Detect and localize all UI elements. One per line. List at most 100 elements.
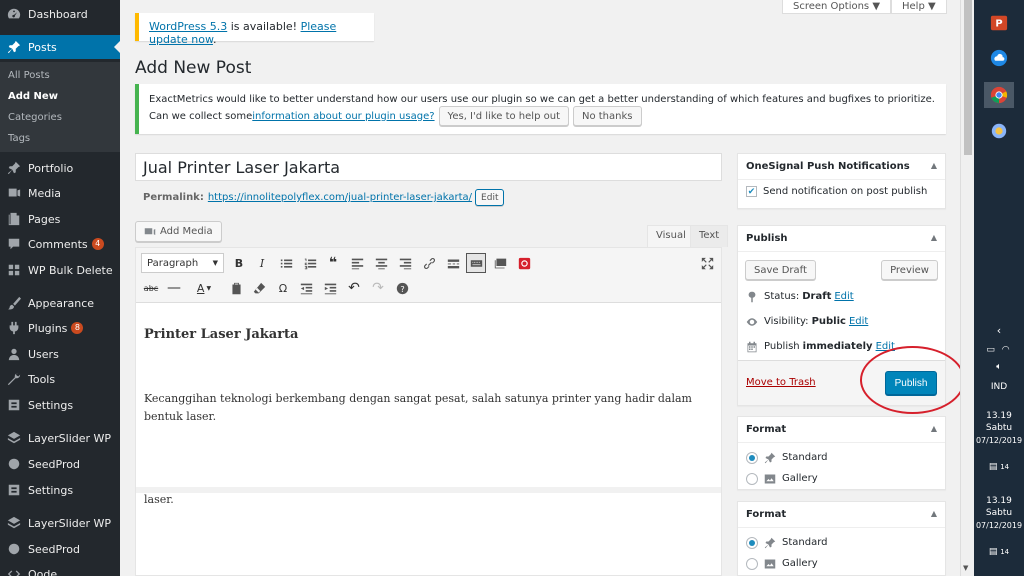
powerpoint-app-icon[interactable]: P [984, 10, 1014, 36]
sidebar-item-label: Comments [28, 237, 88, 251]
sidebar-item-dashboard[interactable]: Dashboard [0, 2, 120, 26]
outdent-button[interactable] [296, 278, 316, 298]
sidebar-item-layerslider-2[interactable]: LayerSlider WP [0, 511, 120, 535]
page-scrollbar[interactable]: ▼ [960, 0, 974, 576]
sidebar-item-media[interactable]: Media [0, 181, 120, 205]
clear-formatting-button[interactable] [249, 278, 269, 298]
notification-center-icon-2[interactable]: ▤ 14 [974, 547, 1024, 558]
paste-text-button[interactable] [226, 278, 246, 298]
plugin-usage-link[interactable]: information about our plugin usage? [252, 109, 434, 124]
scroll-down-arrow-icon[interactable]: ▼ [963, 564, 968, 572]
redo-button[interactable]: ↷ [368, 278, 388, 298]
sidebar-item-comments[interactable]: Comments 4 [0, 232, 120, 256]
format-box-header[interactable]: Format ▲ [738, 417, 945, 443]
sidebar-item-seedprod[interactable]: SeedProd [0, 452, 120, 476]
submenu-all-posts[interactable]: All Posts [8, 70, 50, 81]
sidebar-item-posts[interactable]: Posts [0, 35, 120, 59]
align-center-button[interactable] [371, 253, 391, 273]
volume-icon[interactable]: 🔈︎ [974, 362, 1024, 373]
sidebar-item-settings-2[interactable]: Settings [0, 478, 120, 502]
tab-visual[interactable]: Visual [647, 225, 695, 247]
sidebar-item-appearance[interactable]: Appearance [0, 291, 120, 315]
text-color-button[interactable]: A ▼ [190, 278, 218, 298]
format-box-duplicate: Format ▲ Standard Gallery [737, 501, 946, 576]
collapse-icon[interactable]: ▲ [931, 161, 937, 172]
help-tab[interactable]: Help ▼ [891, 0, 947, 14]
post-editor: Paragraph ▼ B I ❝ abc — A ▼ Ω ↶ ↷ ? Prin… [135, 247, 722, 576]
chrome-app-icon[interactable] [984, 82, 1014, 108]
italic-button[interactable]: I [252, 253, 272, 273]
submenu-add-new[interactable]: Add New [8, 91, 58, 102]
eye-icon [746, 317, 758, 326]
align-left-button[interactable] [347, 253, 367, 273]
keyboard-shortcuts-button[interactable]: ? [392, 278, 412, 298]
format-box-header[interactable]: Format ▲ [738, 502, 945, 528]
sidebar-item-settings[interactable]: Settings [0, 393, 120, 417]
strikethrough-button[interactable]: abc [141, 278, 161, 298]
submenu-tags[interactable]: Tags [8, 133, 30, 144]
publish-box-header[interactable]: Publish ▲ [738, 226, 945, 252]
toolbar-toggle-button[interactable] [466, 253, 486, 273]
notification-center-icon[interactable]: ▤ 14 [974, 462, 1024, 473]
status-label: Status: [764, 291, 800, 302]
system-app-icon[interactable] [984, 118, 1014, 144]
sidebar-item-pages[interactable]: Pages [0, 207, 120, 231]
format-gallery-radio[interactable] [746, 472, 758, 485]
language-indicator[interactable]: IND [974, 382, 1024, 393]
sidebar-item-oode[interactable]: Oode [0, 562, 120, 576]
sidebar-item-portfolio[interactable]: Portfolio [0, 156, 120, 180]
sidebar-item-seedprod-2[interactable]: SeedProd [0, 537, 120, 561]
special-character-button[interactable]: Ω [273, 278, 293, 298]
screen-options-tab[interactable]: Screen Options ▼ [782, 0, 892, 14]
indent-button[interactable] [320, 278, 340, 298]
fullscreen-button[interactable] [697, 253, 717, 273]
horizontal-line-button[interactable]: — [164, 278, 184, 298]
preview-button[interactable]: Preview [881, 260, 938, 280]
collapse-icon[interactable]: ▲ [931, 233, 937, 244]
battery-wifi-icon[interactable]: ▭ ◠ [974, 345, 1024, 356]
show-hidden-icons-chevron-icon[interactable]: ‹ [974, 325, 1024, 336]
bullet-list-button[interactable] [276, 253, 296, 273]
sidebar-item-users[interactable]: Users [0, 342, 120, 366]
sidebar-item-wp-bulk-delete[interactable]: WP Bulk Delete [0, 258, 120, 282]
clock-time-2[interactable]: 13.19 [974, 496, 1024, 507]
cloud-app-icon[interactable] [984, 45, 1014, 71]
scrollbar-thumb[interactable] [964, 0, 972, 155]
sidebar-item-label: Appearance [28, 296, 95, 310]
format-standard-radio[interactable] [746, 536, 758, 549]
send-notification-checkbox[interactable]: ✔ [746, 186, 757, 197]
numbered-list-button[interactable] [300, 253, 320, 273]
status-edit-link[interactable]: Edit [834, 291, 853, 302]
align-right-button[interactable] [395, 253, 415, 273]
clock-time[interactable]: 13.19 [974, 411, 1024, 422]
visibility-edit-link[interactable]: Edit [849, 316, 868, 327]
blockquote-button[interactable]: ❝ [323, 253, 343, 273]
tab-text[interactable]: Text [690, 225, 729, 247]
wordpress-version-link[interactable]: WordPress 5.3 [149, 20, 227, 33]
format-standard-radio[interactable] [746, 451, 758, 464]
onesignal-box-header[interactable]: OneSignal Push Notifications ▲ [738, 154, 945, 180]
insert-gallery-button[interactable] [490, 253, 510, 273]
submenu-categories[interactable]: Categories [8, 112, 62, 123]
add-media-button[interactable]: Add Media [135, 221, 222, 242]
post-title-input[interactable]: Jual Printer Laser Jakarta [135, 153, 722, 181]
collapse-icon[interactable]: ▲ [931, 509, 937, 520]
plugin-icon [6, 320, 22, 336]
move-to-trash-link[interactable]: Move to Trash [746, 377, 816, 388]
sidebar-item-plugins[interactable]: Plugins 8 [0, 316, 120, 340]
save-draft-button[interactable]: Save Draft [745, 260, 816, 280]
format-select[interactable]: Paragraph ▼ [141, 253, 224, 273]
read-more-button[interactable] [443, 253, 463, 273]
permalink-url[interactable]: https://innolitepolyflex.com/jual-printe… [208, 192, 472, 203]
exactmetrics-accept-button[interactable]: Yes, I'd like to help out [438, 106, 569, 126]
format-gallery-radio[interactable] [746, 557, 758, 570]
permalink-edit-button[interactable]: Edit [475, 189, 505, 206]
sidebar-item-tools[interactable]: Tools [0, 367, 120, 391]
bold-button[interactable]: B [229, 253, 249, 273]
insert-link-button[interactable] [419, 253, 439, 273]
plugin-record-button[interactable] [514, 253, 534, 273]
sidebar-item-layerslider[interactable]: LayerSlider WP [0, 426, 120, 450]
exactmetrics-decline-button[interactable]: No thanks [572, 106, 642, 126]
collapse-icon[interactable]: ▲ [931, 424, 937, 435]
undo-button[interactable]: ↶ [344, 278, 364, 298]
